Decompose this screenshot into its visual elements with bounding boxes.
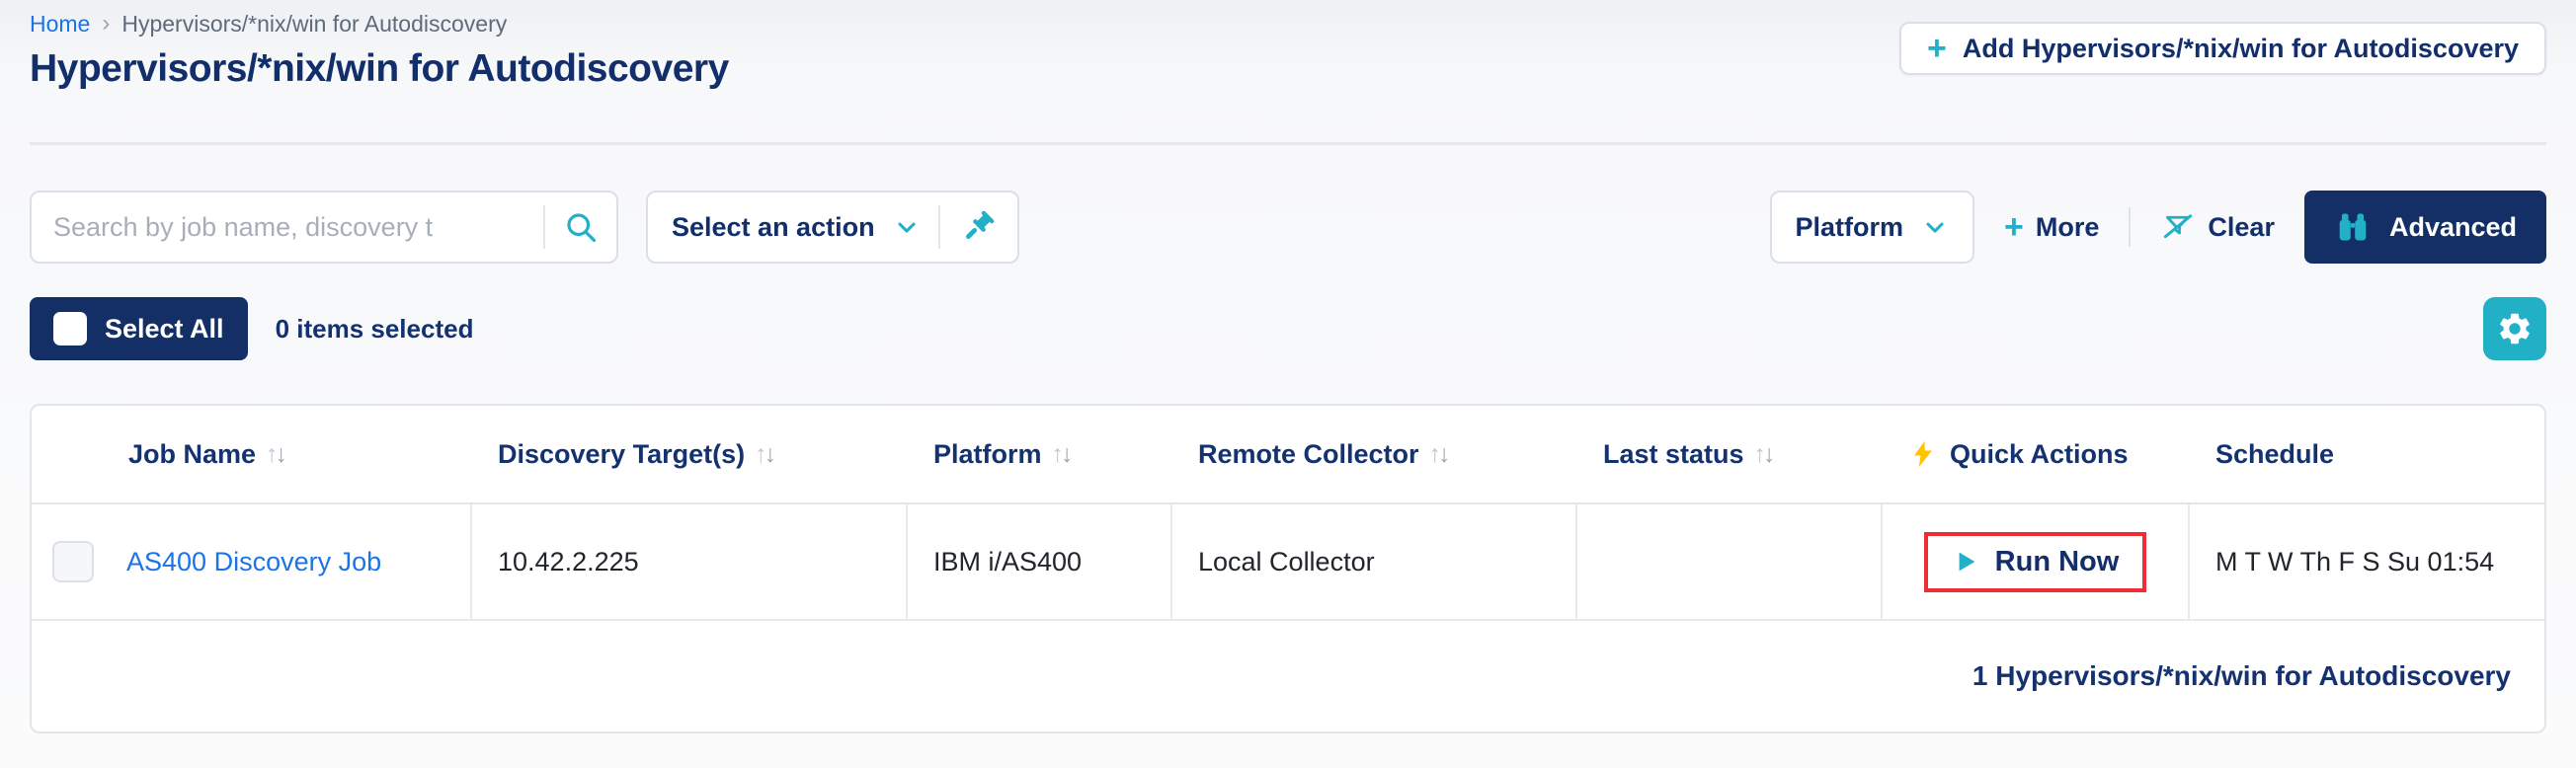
add-hypervisor-button[interactable]: + Add Hypervisors/*nix/win for Autodisco… bbox=[1899, 22, 2546, 75]
advanced-search-button[interactable]: Advanced bbox=[2303, 191, 2546, 264]
column-header-last-status[interactable]: Last status ↑↓ bbox=[1577, 406, 1883, 502]
advanced-search-label: Advanced bbox=[2388, 211, 2517, 242]
run-now-label: Run Now bbox=[1994, 545, 2120, 577]
column-header-discovery-targets[interactable]: Discovery Target(s) ↑↓ bbox=[472, 406, 908, 502]
binoculars-icon bbox=[2334, 208, 2372, 246]
play-icon bbox=[1952, 548, 1979, 576]
platform-filter-label: Platform bbox=[1795, 211, 1904, 242]
sort-icon[interactable]: ↑↓ bbox=[1052, 440, 1074, 469]
result-count: 1 Hypervisors/*nix/win for Autodiscovery bbox=[1972, 660, 2511, 691]
cell-job-name: AS400 Discovery Job bbox=[32, 504, 472, 619]
column-header-remote-collector[interactable]: Remote Collector ↑↓ bbox=[1172, 406, 1577, 502]
select-all-button[interactable]: Select All bbox=[30, 297, 248, 360]
clear-filters-label: Clear bbox=[2208, 211, 2275, 242]
select-all-label: Select All bbox=[105, 313, 224, 344]
gear-icon bbox=[2496, 310, 2534, 347]
row-checkbox[interactable] bbox=[52, 541, 94, 582]
chevron-down-icon bbox=[893, 213, 921, 241]
jobs-table: Job Name ↑↓ Discovery Target(s) ↑↓ Platf… bbox=[30, 404, 2546, 733]
cell-last-status bbox=[1577, 504, 1883, 619]
clear-filter-icon bbox=[2160, 209, 2196, 245]
table-row: AS400 Discovery Job 10.42.2.225 IBM i/AS… bbox=[32, 504, 2544, 621]
action-select-label: Select an action bbox=[672, 211, 875, 242]
sort-icon[interactable]: ↑↓ bbox=[1429, 440, 1451, 469]
search-box bbox=[30, 191, 618, 264]
search-input[interactable] bbox=[53, 211, 543, 243]
annotation-highlight-box: Run Now bbox=[1923, 531, 2147, 592]
chevron-down-icon bbox=[1921, 213, 1949, 241]
filter-toolbar: Select an action bbox=[30, 191, 2546, 264]
search-icon[interactable] bbox=[563, 209, 599, 245]
cell-schedule: M T W Th F S Su 01:54 bbox=[2215, 546, 2495, 576]
page: Home › Hypervisors/*nix/win for Autodisc… bbox=[0, 0, 2576, 768]
sort-icon[interactable]: ↑↓ bbox=[755, 440, 776, 469]
sort-icon[interactable]: ↑↓ bbox=[266, 440, 287, 469]
add-hypervisor-button-label: Add Hypervisors/*nix/win for Autodiscove… bbox=[1962, 33, 2519, 63]
cell-discovery-targets: 10.42.2.225 bbox=[472, 504, 908, 619]
plus-icon: + bbox=[2004, 208, 2024, 246]
breadcrumb-home-link[interactable]: Home bbox=[30, 11, 90, 38]
breadcrumb-separator: › bbox=[102, 10, 111, 37]
toolbar-divider bbox=[2129, 207, 2132, 247]
lightning-bolt-icon bbox=[1908, 439, 1938, 469]
breadcrumb-current: Hypervisors/*nix/win for Autodiscovery bbox=[121, 10, 508, 37]
selection-bar: Select All 0 items selected bbox=[30, 297, 2546, 360]
cell-remote-collector: Local Collector bbox=[1172, 504, 1577, 619]
search-divider bbox=[543, 205, 545, 249]
items-selected-count: 0 items selected bbox=[275, 313, 474, 344]
column-header-platform[interactable]: Platform ↑↓ bbox=[908, 406, 1172, 502]
job-name-link[interactable]: AS400 Discovery Job bbox=[126, 547, 381, 577]
more-filters-button[interactable]: + More bbox=[2004, 210, 2099, 244]
table-footer: 1 Hypervisors/*nix/win for Autodiscovery bbox=[32, 621, 2544, 731]
column-header-schedule: Schedule bbox=[2215, 438, 2335, 469]
action-divider bbox=[937, 205, 940, 249]
gavel-icon[interactable] bbox=[958, 207, 998, 247]
sort-icon[interactable]: ↑↓ bbox=[1754, 440, 1776, 469]
table-settings-button[interactable] bbox=[2483, 297, 2546, 360]
column-header-quick-actions: Quick Actions bbox=[1883, 406, 2190, 502]
cell-platform: IBM i/AS400 bbox=[908, 504, 1172, 619]
plus-icon: + bbox=[1927, 30, 1947, 67]
header-divider bbox=[30, 142, 2546, 145]
more-filters-label: More bbox=[2035, 211, 2100, 242]
platform-filter-dropdown[interactable]: Platform bbox=[1769, 191, 1975, 264]
table-header-row: Job Name ↑↓ Discovery Target(s) ↑↓ Platf… bbox=[32, 406, 2544, 504]
select-all-checkbox[interactable] bbox=[53, 312, 87, 346]
clear-filters-button[interactable]: Clear bbox=[2160, 209, 2275, 245]
run-now-button[interactable]: Run Now bbox=[1952, 545, 2120, 578]
cell-quick-actions: Run Now bbox=[1883, 504, 2190, 619]
action-select[interactable]: Select an action bbox=[646, 191, 1019, 264]
column-header-job-name[interactable]: Job Name ↑↓ bbox=[32, 406, 472, 502]
